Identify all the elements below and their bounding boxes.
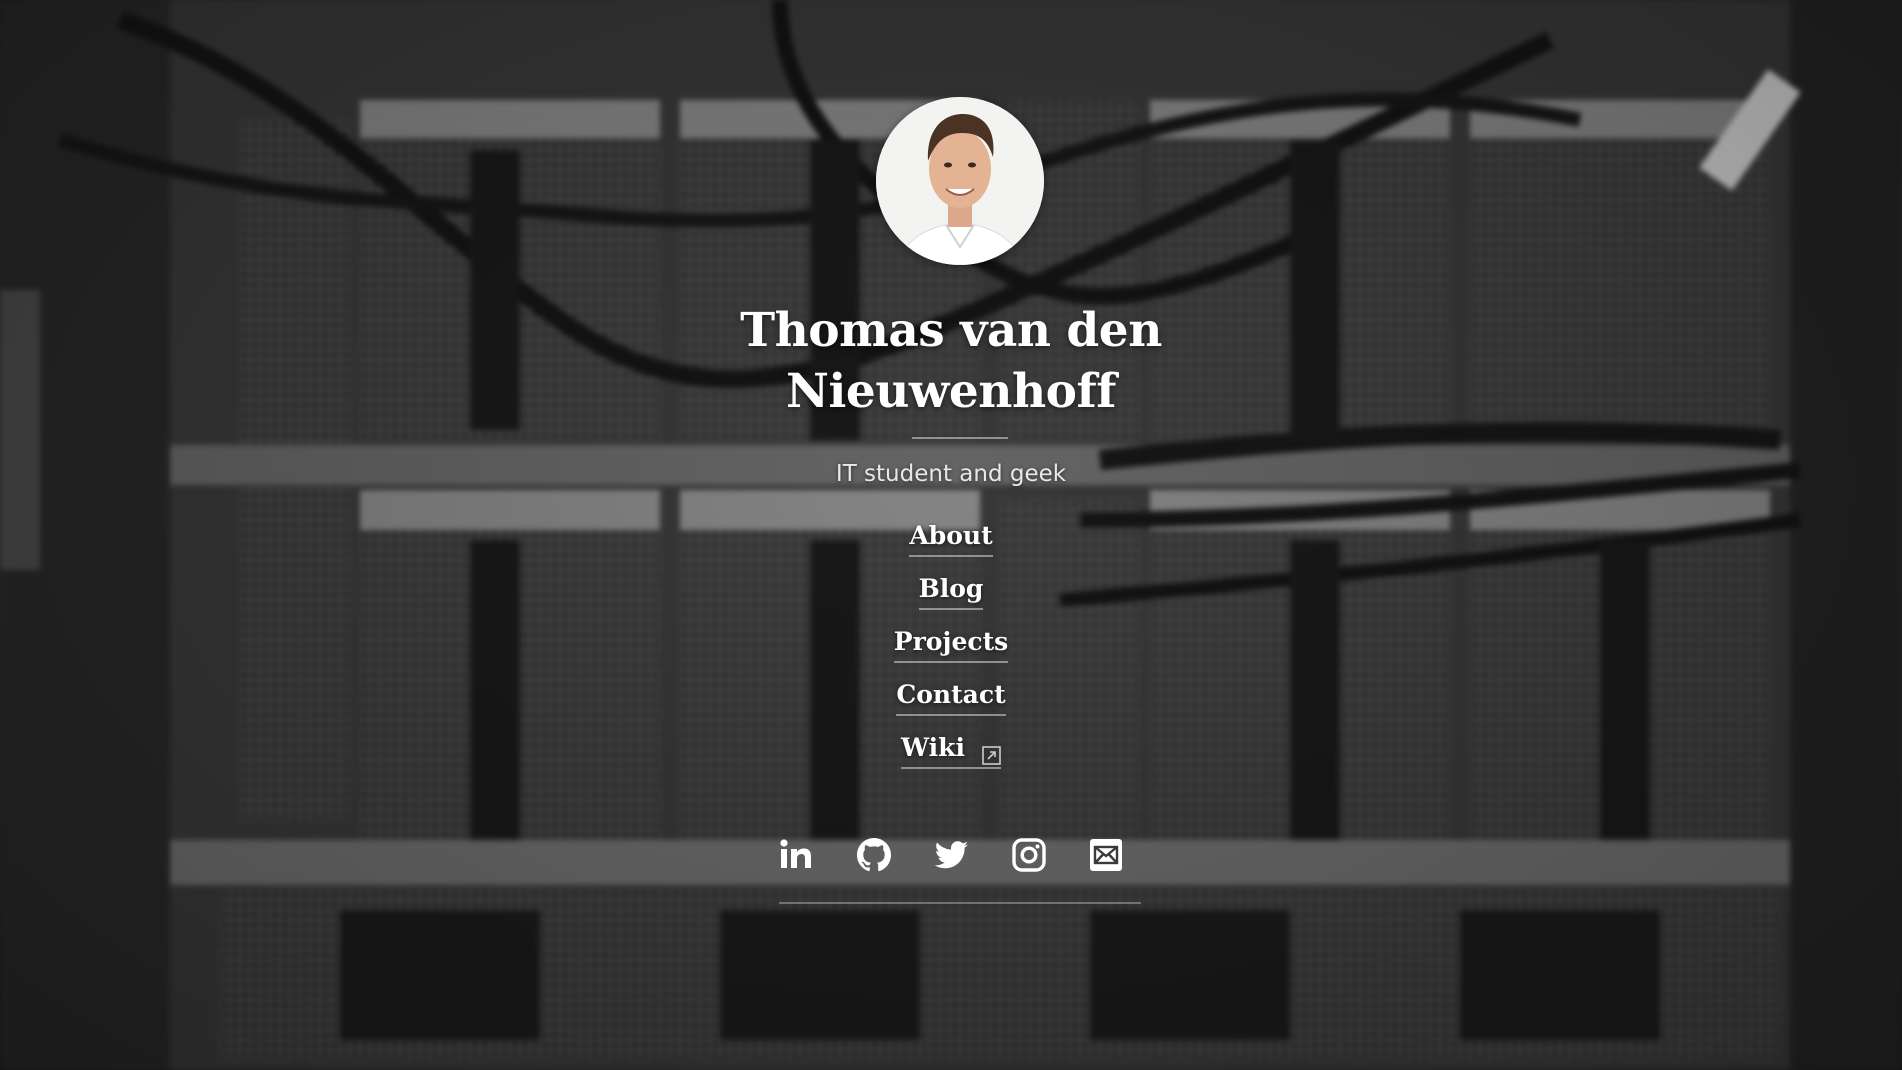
nav-item-blog: Blog [751, 571, 1151, 624]
page-title: Thomas van den Nieuwenhoff [651, 300, 1251, 422]
nav-item-about: About [751, 518, 1151, 571]
nav-link-label: Projects [893, 627, 1009, 656]
nav-link-projects[interactable]: Projects [893, 624, 1009, 663]
nav-link-about[interactable]: About [909, 518, 993, 557]
social-links [776, 832, 1126, 878]
external-link-icon [982, 739, 1001, 765]
footer-divider [779, 902, 1141, 904]
twitter-icon[interactable] [931, 835, 971, 875]
tagline: IT student and geek [835, 461, 1067, 487]
nav-item-wiki: Wiki [751, 730, 1151, 783]
github-icon[interactable] [854, 835, 894, 875]
divider [912, 437, 1008, 439]
nav-item-contact: Contact [751, 677, 1151, 730]
nav-link-label: About [909, 521, 993, 550]
linkedin-icon[interactable] [776, 835, 816, 875]
name-line-2: Nieuwenhoff [786, 364, 1116, 419]
avatar-portrait [876, 97, 1044, 265]
nav-link-contact[interactable]: Contact [896, 677, 1006, 716]
name-line-1: Thomas van den [740, 303, 1162, 358]
profile-card: Thomas van den Nieuwenhoff IT student an… [0, 0, 1902, 1070]
nav-link-label: Blog [918, 574, 984, 603]
nav-link-wiki[interactable]: Wiki [901, 730, 1001, 769]
instagram-icon[interactable] [1009, 835, 1049, 875]
nav-link-label: Wiki [901, 733, 965, 762]
nav-item-projects: Projects [751, 624, 1151, 677]
main-nav: About Blog Projects Contact Wiki [751, 518, 1151, 783]
nav-link-label: Contact [896, 680, 1006, 709]
email-icon[interactable] [1086, 835, 1126, 875]
avatar [876, 97, 1044, 265]
nav-link-blog[interactable]: Blog [918, 571, 984, 610]
